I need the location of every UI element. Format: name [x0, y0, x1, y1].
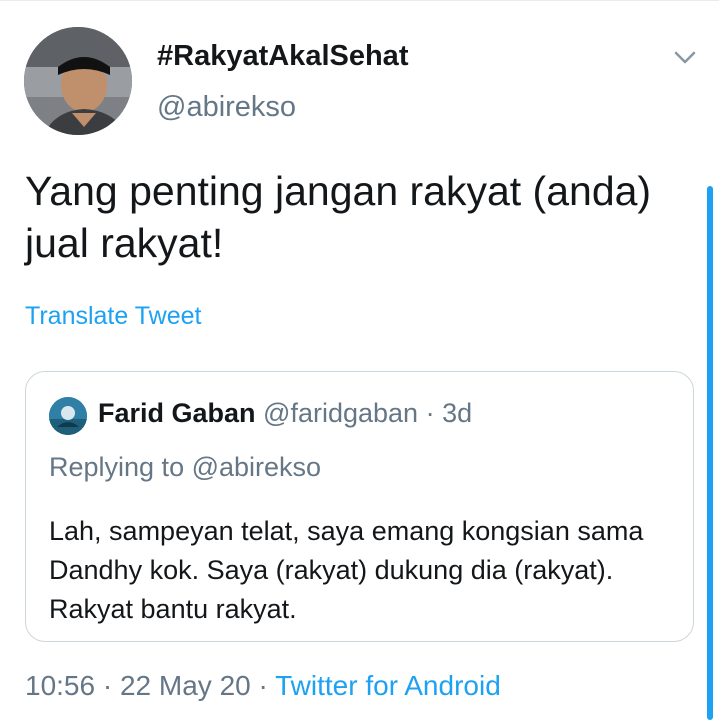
translate-tweet-link[interactable]: Translate Tweet — [25, 302, 201, 331]
quoted-avatar — [49, 397, 87, 435]
tweet-meta: 10:56 · 22 May 20 · Twitter for Android — [25, 670, 501, 702]
quoted-tweet-card[interactable]: Farid Gaban @faridgaban · 3d Replying to… — [25, 371, 694, 642]
avatar-image — [24, 27, 132, 135]
avatar[interactable] — [24, 27, 132, 135]
quoted-handle: @faridgaban — [263, 398, 419, 428]
quoted-time: 3d — [442, 398, 473, 428]
tweet-time: 10:56 — [25, 670, 96, 701]
quoted-text: Lah, sampeyan telat, saya emang kongsian… — [49, 516, 644, 624]
quoted-separator: · — [425, 398, 435, 428]
quoted-display-name[interactable]: Farid Gaban — [98, 398, 256, 428]
tweet-date: 22 May 20 — [119, 670, 251, 701]
quoted-replying-to: Replying to @abirekso — [49, 452, 322, 482]
meta-separator: · — [258, 670, 268, 701]
meta-separator: · — [102, 670, 113, 701]
display-name[interactable]: #RakyatAkalSehat — [157, 40, 408, 73]
user-handle[interactable]: @abirekso — [157, 91, 296, 124]
top-divider — [0, 0, 719, 1]
tweet-detail: #RakyatAkalSehat @abirekso Yang penting … — [0, 0, 719, 720]
quoted-header: Farid Gaban @faridgaban · 3d — [98, 398, 472, 429]
chevron-down-icon[interactable] — [672, 44, 698, 70]
scrollbar[interactable] — [707, 186, 713, 720]
tweet-text: Yang penting jangan rakyat (anda) jual r… — [25, 168, 652, 266]
tweet-source-link[interactable]: Twitter for Android — [275, 670, 501, 701]
